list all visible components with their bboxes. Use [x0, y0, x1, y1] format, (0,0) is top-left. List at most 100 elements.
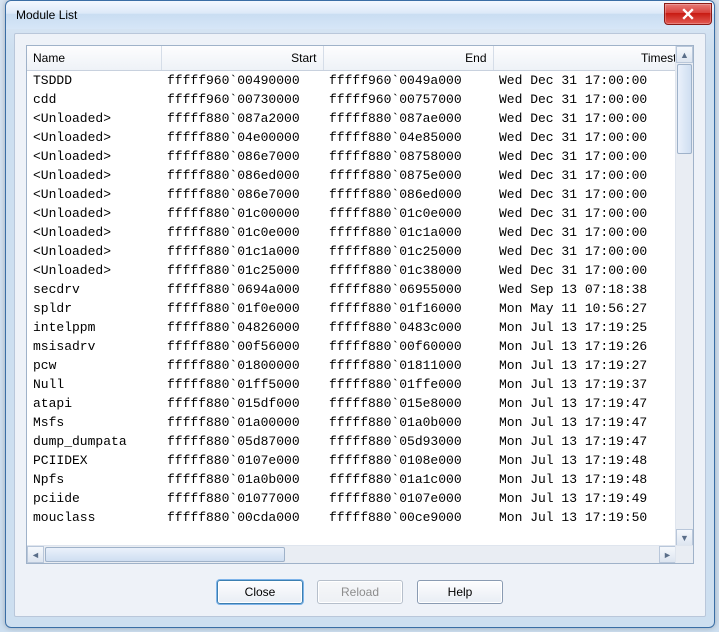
scroll-right-button[interactable]: ►	[659, 546, 676, 563]
cell-name: <Unloaded>	[27, 166, 161, 185]
cell-timest: Wed Dec 31 17:00:00	[493, 128, 676, 147]
cell-name: PCIIDEX	[27, 451, 161, 470]
table-row[interactable]: pciidefffff880`01077000fffff880`0107e000…	[27, 489, 676, 508]
cell-timest: Mon Jul 13 17:19:25	[493, 318, 676, 337]
cell-end: fffff880`01a1c000	[323, 470, 493, 489]
column-header-timest[interactable]: Timest	[493, 46, 676, 71]
scroll-left-button[interactable]: ◄	[27, 546, 44, 563]
cell-end: fffff880`01a0b000	[323, 413, 493, 432]
cell-start: fffff880`01c0e000	[161, 223, 323, 242]
table-row[interactable]: mouclassfffff880`00cda000fffff880`00ce90…	[27, 508, 676, 527]
column-header-row: Name Start End Timest	[27, 46, 676, 71]
button-row: Close Reload Help	[15, 580, 705, 604]
cell-end: fffff880`06955000	[323, 280, 493, 299]
scroll-down-button[interactable]: ▼	[676, 529, 693, 546]
titlebar[interactable]: Module List	[6, 1, 714, 29]
cell-name: secdrv	[27, 280, 161, 299]
table-row[interactable]: <Unloaded>fffff880`01c1a000fffff880`01c2…	[27, 242, 676, 261]
cell-timest: Mon Jul 13 17:19:50	[493, 508, 676, 527]
table-row[interactable]: <Unloaded>fffff880`01c00000fffff880`01c0…	[27, 204, 676, 223]
table-row[interactable]: dump_dumpatafffff880`05d87000fffff880`05…	[27, 432, 676, 451]
table-row[interactable]: pcwfffff880`01800000fffff880`01811000Mon…	[27, 356, 676, 375]
cell-end: fffff880`00ce9000	[323, 508, 493, 527]
table-row[interactable]: <Unloaded>fffff880`086e7000fffff880`086e…	[27, 185, 676, 204]
cell-end: fffff880`00f60000	[323, 337, 493, 356]
cell-start: fffff880`00cda000	[161, 508, 323, 527]
table-row[interactable]: <Unloaded>fffff880`01c0e000fffff880`01c1…	[27, 223, 676, 242]
cell-end: fffff880`08758000	[323, 147, 493, 166]
table-row[interactable]: spldrfffff880`01f0e000fffff880`01f16000M…	[27, 299, 676, 318]
cell-end: fffff960`0049a000	[323, 71, 493, 91]
table-row[interactable]: cddfffff960`00730000fffff960`00757000Wed…	[27, 90, 676, 109]
cell-name: <Unloaded>	[27, 223, 161, 242]
cell-name: TSDDD	[27, 71, 161, 91]
cell-start: fffff960`00490000	[161, 71, 323, 91]
cell-end: fffff880`015e8000	[323, 394, 493, 413]
cell-end: fffff880`01c38000	[323, 261, 493, 280]
horizontal-scroll-thumb[interactable]	[45, 547, 285, 562]
window-title: Module List	[16, 8, 664, 22]
list-viewport[interactable]: Name Start End Timest TSDDDfffff960`0049…	[27, 46, 676, 546]
cell-timest: Mon Jul 13 17:19:27	[493, 356, 676, 375]
cell-name: <Unloaded>	[27, 128, 161, 147]
cell-name: Null	[27, 375, 161, 394]
cell-start: fffff880`04826000	[161, 318, 323, 337]
table-row[interactable]: TSDDDfffff960`00490000fffff960`0049a000W…	[27, 71, 676, 91]
column-header-end[interactable]: End	[323, 46, 493, 71]
cell-start: fffff960`00730000	[161, 90, 323, 109]
window-close-button[interactable]	[664, 3, 712, 25]
cell-start: fffff880`01c1a000	[161, 242, 323, 261]
cell-name: pciide	[27, 489, 161, 508]
horizontal-scrollbar[interactable]: ◄ ►	[27, 545, 676, 563]
cell-timest: Mon Jul 13 17:19:48	[493, 451, 676, 470]
cell-timest: Wed Sep 13 07:18:38	[493, 280, 676, 299]
table-row[interactable]: <Unloaded>fffff880`086e7000fffff880`0875…	[27, 147, 676, 166]
table-row[interactable]: Msfsfffff880`01a00000fffff880`01a0b000Mo…	[27, 413, 676, 432]
client-area: Name Start End Timest TSDDDfffff960`0049…	[14, 33, 706, 617]
cell-end: fffff880`087ae000	[323, 109, 493, 128]
cell-timest: Wed Dec 31 17:00:00	[493, 147, 676, 166]
table-row[interactable]: secdrvfffff880`0694a000fffff880`06955000…	[27, 280, 676, 299]
cell-name: atapi	[27, 394, 161, 413]
table-row[interactable]: msisadrvfffff880`00f56000fffff880`00f600…	[27, 337, 676, 356]
cell-end: fffff880`01c0e000	[323, 204, 493, 223]
cell-name: mouclass	[27, 508, 161, 527]
cell-name: intelppm	[27, 318, 161, 337]
help-button[interactable]: Help	[417, 580, 503, 604]
cell-start: fffff880`01f0e000	[161, 299, 323, 318]
vertical-scrollbar[interactable]: ▲ ▼	[675, 46, 693, 546]
cell-name: <Unloaded>	[27, 109, 161, 128]
cell-end: fffff880`0107e000	[323, 489, 493, 508]
table-row[interactable]: PCIIDEXfffff880`0107e000fffff880`0108e00…	[27, 451, 676, 470]
column-header-start[interactable]: Start	[161, 46, 323, 71]
cell-name: Npfs	[27, 470, 161, 489]
vertical-scroll-thumb[interactable]	[677, 64, 692, 154]
table-row[interactable]: <Unloaded>fffff880`01c25000fffff880`01c3…	[27, 261, 676, 280]
cell-timest: Wed Dec 31 17:00:00	[493, 261, 676, 280]
table-row[interactable]: intelppmfffff880`04826000fffff880`0483c0…	[27, 318, 676, 337]
cell-end: fffff880`0483c000	[323, 318, 493, 337]
table-row[interactable]: Npfsfffff880`01a0b000fffff880`01a1c000Mo…	[27, 470, 676, 489]
table-row[interactable]: atapifffff880`015df000fffff880`015e8000M…	[27, 394, 676, 413]
close-button[interactable]: Close	[217, 580, 303, 604]
cell-start: fffff880`015df000	[161, 394, 323, 413]
table-row[interactable]: <Unloaded>fffff880`04e00000fffff880`04e8…	[27, 128, 676, 147]
table-row[interactable]: Nullfffff880`01ff5000fffff880`01ffe000Mo…	[27, 375, 676, 394]
table-row[interactable]: <Unloaded>fffff880`087a2000fffff880`087a…	[27, 109, 676, 128]
cell-start: fffff880`087a2000	[161, 109, 323, 128]
cell-name: cdd	[27, 90, 161, 109]
cell-end: fffff880`0108e000	[323, 451, 493, 470]
column-header-name[interactable]: Name	[27, 46, 161, 71]
cell-end: fffff880`01c1a000	[323, 223, 493, 242]
scroll-up-button[interactable]: ▲	[676, 46, 693, 63]
cell-end: fffff880`01f16000	[323, 299, 493, 318]
cell-timest: Mon Jul 13 17:19:47	[493, 413, 676, 432]
cell-start: fffff880`04e00000	[161, 128, 323, 147]
cell-start: fffff880`0694a000	[161, 280, 323, 299]
module-list: Name Start End Timest TSDDDfffff960`0049…	[26, 45, 694, 564]
cell-name: Msfs	[27, 413, 161, 432]
cell-start: fffff880`01a00000	[161, 413, 323, 432]
cell-name: <Unloaded>	[27, 147, 161, 166]
table-row[interactable]: <Unloaded>fffff880`086ed000fffff880`0875…	[27, 166, 676, 185]
cell-name: <Unloaded>	[27, 261, 161, 280]
